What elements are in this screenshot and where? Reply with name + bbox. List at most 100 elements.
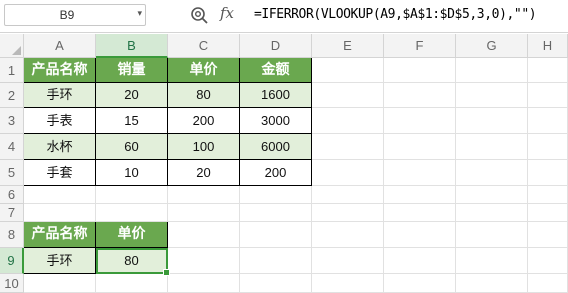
grid-cell[interactable] <box>312 204 384 222</box>
grid-cell[interactable] <box>312 222 384 248</box>
table1-cell[interactable]: 10 <box>96 160 168 186</box>
grid-cell[interactable] <box>528 248 568 274</box>
grid-cell[interactable] <box>528 186 568 204</box>
grid-cell[interactable] <box>96 186 168 204</box>
grid-cell[interactable] <box>24 186 96 204</box>
grid-cell[interactable] <box>528 108 568 134</box>
table1-cell[interactable]: 20 <box>96 83 168 108</box>
table1-cell[interactable]: 手表 <box>24 108 96 134</box>
table1-cell[interactable]: 200 <box>168 108 240 134</box>
table1-cell[interactable]: 手套 <box>24 160 96 186</box>
grid-cell[interactable] <box>312 274 384 293</box>
grid-cell[interactable] <box>528 58 568 83</box>
grid-cell[interactable] <box>312 160 384 186</box>
grid-cell[interactable] <box>384 58 456 83</box>
row-header-1[interactable]: 1 <box>0 58 24 83</box>
grid-cell[interactable] <box>456 160 528 186</box>
column-header-b[interactable]: B <box>96 34 168 58</box>
table1-cell[interactable]: 20 <box>168 160 240 186</box>
grid-cell[interactable] <box>384 160 456 186</box>
grid-cell[interactable] <box>456 134 528 160</box>
grid-cell[interactable] <box>240 186 312 204</box>
grid-cell[interactable] <box>528 222 568 248</box>
grid-cell[interactable] <box>312 134 384 160</box>
grid-cell[interactable] <box>528 274 568 293</box>
grid-cell[interactable] <box>528 83 568 108</box>
grid-cell[interactable] <box>24 274 96 293</box>
grid-cell[interactable] <box>384 222 456 248</box>
grid-cell[interactable] <box>384 134 456 160</box>
name-box[interactable]: B9 ▾ <box>4 4 146 26</box>
table2-cell-price-selected[interactable]: 80 <box>96 248 168 274</box>
table2-header-price[interactable]: 单价 <box>96 222 168 248</box>
table1-cell[interactable]: 3000 <box>240 108 312 134</box>
column-header-h[interactable]: H <box>528 34 568 58</box>
grid-cell[interactable] <box>456 58 528 83</box>
grid-cell[interactable] <box>528 204 568 222</box>
grid-cell[interactable] <box>312 108 384 134</box>
column-header-c[interactable]: C <box>168 34 240 58</box>
row-header-10[interactable]: 10 <box>0 274 24 293</box>
table1-header-amount[interactable]: 金额 <box>240 58 312 83</box>
formula-input[interactable]: =IFERROR(VLOOKUP(A9,$A$1:$D$5,3,0),"") <box>254 7 537 22</box>
grid-cell[interactable] <box>456 248 528 274</box>
grid-cell[interactable] <box>456 186 528 204</box>
grid-cell[interactable] <box>312 83 384 108</box>
grid-cell[interactable] <box>456 204 528 222</box>
table1-cell[interactable]: 6000 <box>240 134 312 160</box>
grid-cell[interactable] <box>384 248 456 274</box>
grid-cell[interactable] <box>312 186 384 204</box>
grid-cell[interactable] <box>528 134 568 160</box>
table1-cell[interactable]: 15 <box>96 108 168 134</box>
fill-handle[interactable] <box>163 269 170 276</box>
grid-cell[interactable] <box>312 248 384 274</box>
grid-cell[interactable] <box>456 83 528 108</box>
column-header-d[interactable]: D <box>240 34 312 58</box>
grid-cell[interactable] <box>384 186 456 204</box>
table1-cell[interactable]: 100 <box>168 134 240 160</box>
table1-cell[interactable]: 60 <box>96 134 168 160</box>
grid-cell[interactable] <box>384 108 456 134</box>
row-header-9[interactable]: 9 <box>0 248 24 274</box>
select-all-corner[interactable] <box>0 34 24 58</box>
table1-cell[interactable]: 200 <box>240 160 312 186</box>
grid-cell[interactable] <box>240 274 312 293</box>
grid-cell[interactable] <box>456 108 528 134</box>
row-header-7[interactable]: 7 <box>0 204 24 222</box>
grid-cell[interactable] <box>24 204 96 222</box>
grid-cell[interactable] <box>240 248 312 274</box>
table1-cell[interactable]: 手环 <box>24 83 96 108</box>
grid-cell[interactable] <box>168 222 240 248</box>
table1-cell[interactable]: 水杯 <box>24 134 96 160</box>
grid-cell[interactable] <box>384 83 456 108</box>
grid-cell[interactable] <box>168 274 240 293</box>
grid-cell[interactable] <box>528 160 568 186</box>
grid-cell[interactable] <box>312 58 384 83</box>
grid-cell[interactable] <box>168 186 240 204</box>
grid-cell[interactable] <box>240 204 312 222</box>
chevron-down-icon[interactable]: ▾ <box>137 9 142 19</box>
grid-cell[interactable] <box>456 222 528 248</box>
grid-cell[interactable] <box>168 204 240 222</box>
grid-cell[interactable] <box>168 248 240 274</box>
column-header-f[interactable]: F <box>384 34 456 58</box>
table2-cell-product[interactable]: 手环 <box>24 248 96 274</box>
row-header-8[interactable]: 8 <box>0 222 24 248</box>
table1-header-price[interactable]: 单价 <box>168 58 240 83</box>
grid-cell[interactable] <box>96 274 168 293</box>
grid-cell[interactable] <box>384 204 456 222</box>
table1-cell[interactable]: 80 <box>168 83 240 108</box>
column-header-e[interactable]: E <box>312 34 384 58</box>
row-header-5[interactable]: 5 <box>0 160 24 186</box>
row-header-3[interactable]: 3 <box>0 108 24 134</box>
grid-cell[interactable] <box>240 222 312 248</box>
row-header-2[interactable]: 2 <box>0 83 24 108</box>
row-header-6[interactable]: 6 <box>0 186 24 204</box>
column-header-g[interactable]: G <box>456 34 528 58</box>
grid-cell[interactable] <box>384 274 456 293</box>
table1-header-sales[interactable]: 销量 <box>96 58 168 83</box>
zoom-icon[interactable] <box>190 6 210 26</box>
table1-header-product[interactable]: 产品名称 <box>24 58 96 83</box>
column-header-a[interactable]: A <box>24 34 96 58</box>
table1-cell[interactable]: 1600 <box>240 83 312 108</box>
